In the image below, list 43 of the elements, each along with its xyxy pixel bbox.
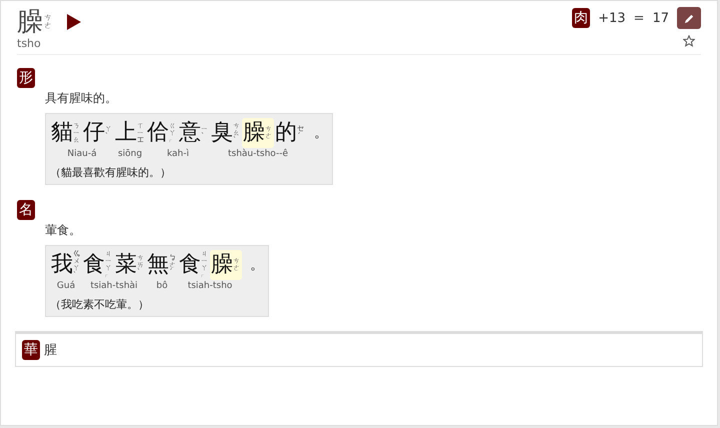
punctuation: 。 (250, 256, 264, 275)
edit-button[interactable] (677, 7, 701, 29)
star-icon[interactable] (683, 35, 695, 47)
romanization: bô (156, 281, 168, 291)
definition-text: 葷食。 (45, 222, 82, 239)
romanization: Niau-á (67, 149, 97, 159)
example-character: 臭 (211, 119, 233, 147)
equals-sign: = (634, 10, 644, 26)
romanization: kah-ì (166, 149, 190, 159)
example-character: 貓 (51, 119, 73, 147)
translation-text: （我吃素不吃葷。） (50, 297, 150, 312)
example-character: 菜 (115, 251, 137, 279)
play-icon[interactable] (67, 14, 81, 30)
example-character: 臊 (211, 251, 233, 279)
punctuation: 。 (314, 124, 328, 143)
example-character: 我 (51, 251, 73, 279)
mandarin-badge: 華 (22, 340, 40, 360)
example-character: 的 (275, 119, 297, 147)
example-character: 上 (115, 119, 137, 147)
romanization: siōng (118, 149, 142, 159)
definition-text: 具有腥味的。 (45, 90, 118, 107)
stroke-total: 17 (652, 10, 669, 26)
translation-text: （貓最喜歡有腥味的。） (50, 165, 172, 180)
part-of-speech-badge: 形 (17, 68, 35, 88)
romanization: tsho (17, 37, 42, 50)
zhuyin-annotation: ㄘㄜ (44, 14, 53, 30)
pencil-icon (684, 12, 694, 24)
example-character: 佮 (147, 119, 169, 147)
part-of-speech-badge: 名 (17, 200, 35, 220)
headword: 臊 (17, 7, 43, 37)
example-character: 臊 (243, 119, 265, 147)
mandarin-word: 腥 (44, 342, 57, 359)
example-character: 仔 (83, 119, 105, 147)
example-character: 食 (179, 251, 201, 279)
romanization: Guá (56, 281, 76, 291)
romanization: tsiah-tshài (90, 281, 138, 291)
romanization: tshàu-tsho--ê (228, 149, 288, 159)
radical-badge: 肉 (572, 8, 590, 28)
example-character: 意 (179, 119, 201, 147)
example-character: 無 (147, 251, 169, 279)
example-character: 食 (83, 251, 105, 279)
stroke-count: +13 (598, 10, 626, 26)
romanization: tsiah-tsho (188, 281, 232, 291)
